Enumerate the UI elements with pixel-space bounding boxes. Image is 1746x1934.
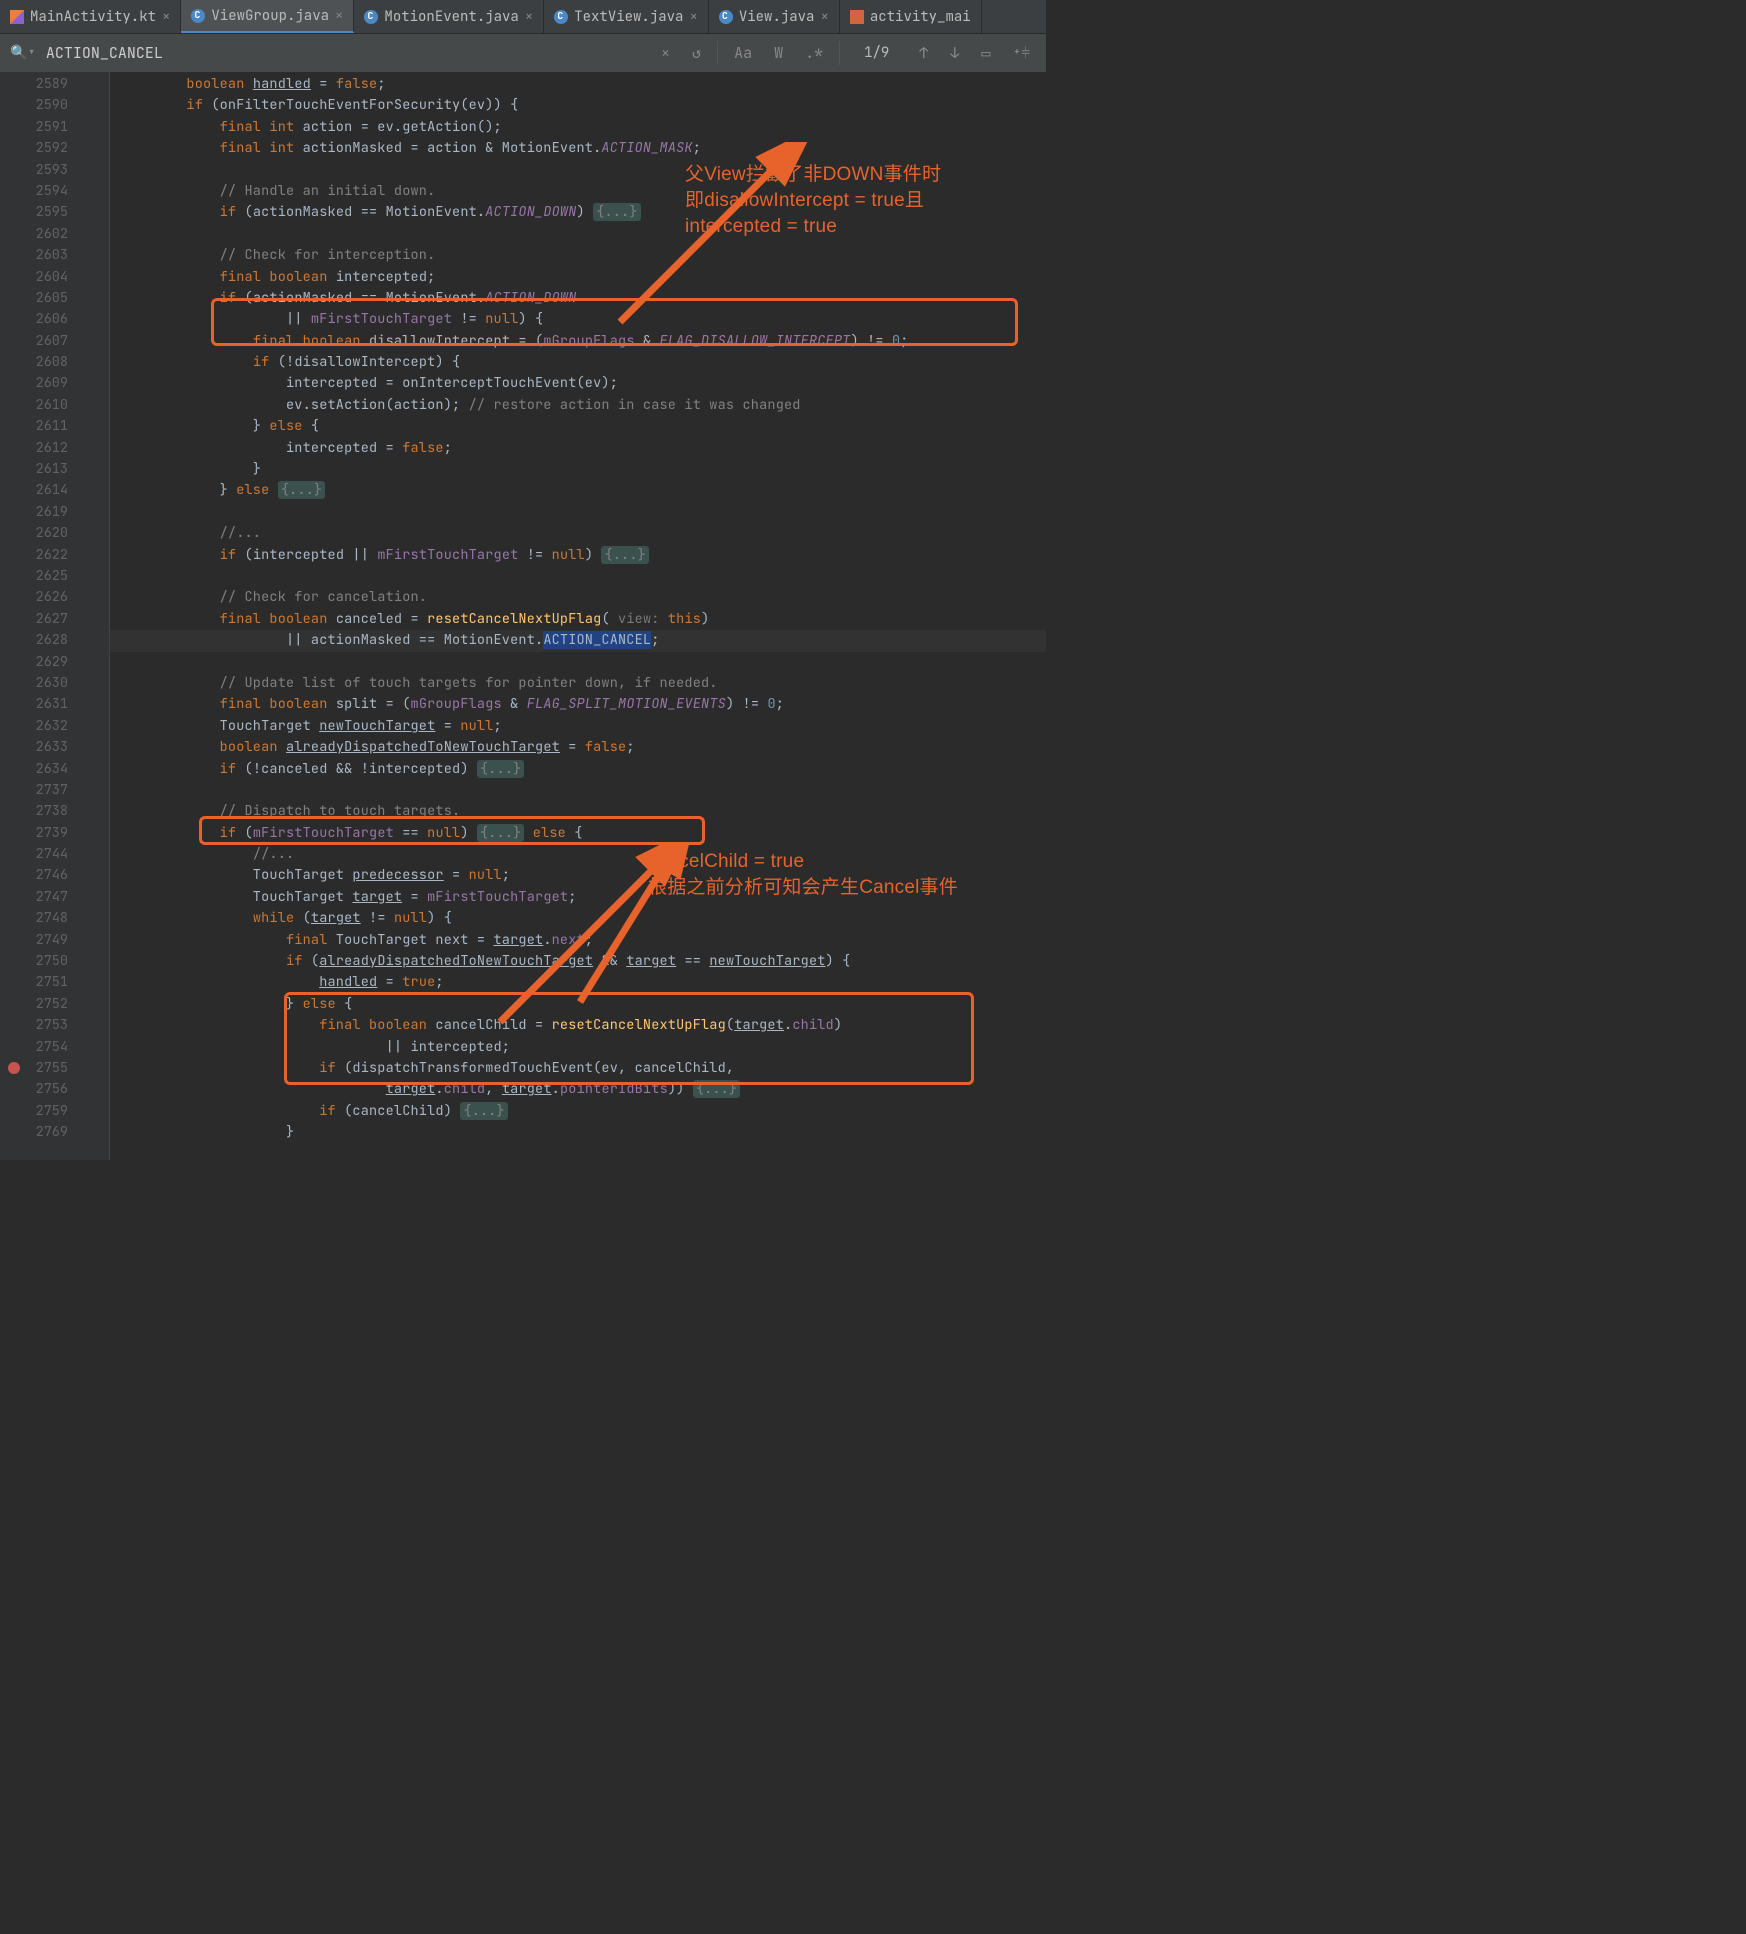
tab-view[interactable]: View.java × xyxy=(709,0,840,33)
tab-label: MotionEvent.java xyxy=(384,8,518,26)
close-icon[interactable]: × xyxy=(335,7,343,25)
tab-label: View.java xyxy=(739,8,815,26)
tab-label: MainActivity.kt xyxy=(30,8,156,26)
add-selection-icon[interactable]: ⁺⫩ xyxy=(1006,43,1036,63)
kotlin-file-icon xyxy=(10,10,24,24)
java-class-icon xyxy=(719,10,733,24)
regex-toggle[interactable]: .* xyxy=(799,43,829,63)
java-class-icon xyxy=(364,10,378,24)
clear-search-icon[interactable]: × xyxy=(655,43,676,63)
tab-viewgroup[interactable]: ViewGroup.java × xyxy=(181,0,354,33)
fold-gutter[interactable] xyxy=(86,72,110,1160)
close-icon[interactable]: × xyxy=(525,8,533,26)
line-number-gutter: 2589259025912592259325942595260226032604… xyxy=(0,72,86,1160)
match-case-toggle[interactable]: Aa xyxy=(728,43,758,63)
code-editor[interactable]: 2589259025912592259325942595260226032604… xyxy=(0,72,1046,1160)
search-icon: 🔍▾ xyxy=(10,44,36,62)
editor-tabs: MainActivity.kt × ViewGroup.java × MotionE… xyxy=(0,0,1046,34)
match-count: 1/9 xyxy=(850,44,903,62)
tab-label: ViewGroup.java xyxy=(211,7,329,25)
tab-label: activity_mai xyxy=(870,8,971,26)
xml-file-icon xyxy=(850,10,864,24)
prev-match-icon[interactable]: ↑ xyxy=(913,43,934,63)
tab-textview[interactable]: TextView.java × xyxy=(544,0,709,33)
java-class-icon xyxy=(554,10,568,24)
code-area[interactable]: boolean handled = false; if (onFilterTou… xyxy=(110,72,1046,1160)
whole-word-toggle[interactable]: W xyxy=(768,43,789,63)
tab-activity-main[interactable]: activity_mai xyxy=(840,0,982,33)
close-icon[interactable]: × xyxy=(689,8,697,26)
find-toolbar: 🔍▾ × ↺ Aa W .* 1/9 ↑ ↓ ▭ ⁺⫩ xyxy=(0,34,1046,72)
tab-motionevent[interactable]: MotionEvent.java × xyxy=(354,0,544,33)
select-all-icon[interactable]: ▭ xyxy=(975,43,996,63)
search-input[interactable] xyxy=(46,43,645,63)
history-icon[interactable]: ↺ xyxy=(686,43,707,63)
next-match-icon[interactable]: ↓ xyxy=(944,43,965,63)
java-class-icon xyxy=(191,9,205,23)
close-icon[interactable]: × xyxy=(162,8,170,26)
tab-label: TextView.java xyxy=(574,8,683,26)
close-icon[interactable]: × xyxy=(820,8,828,26)
tab-mainactivity[interactable]: MainActivity.kt × xyxy=(0,0,181,33)
breakpoint-icon[interactable] xyxy=(8,1060,20,1081)
